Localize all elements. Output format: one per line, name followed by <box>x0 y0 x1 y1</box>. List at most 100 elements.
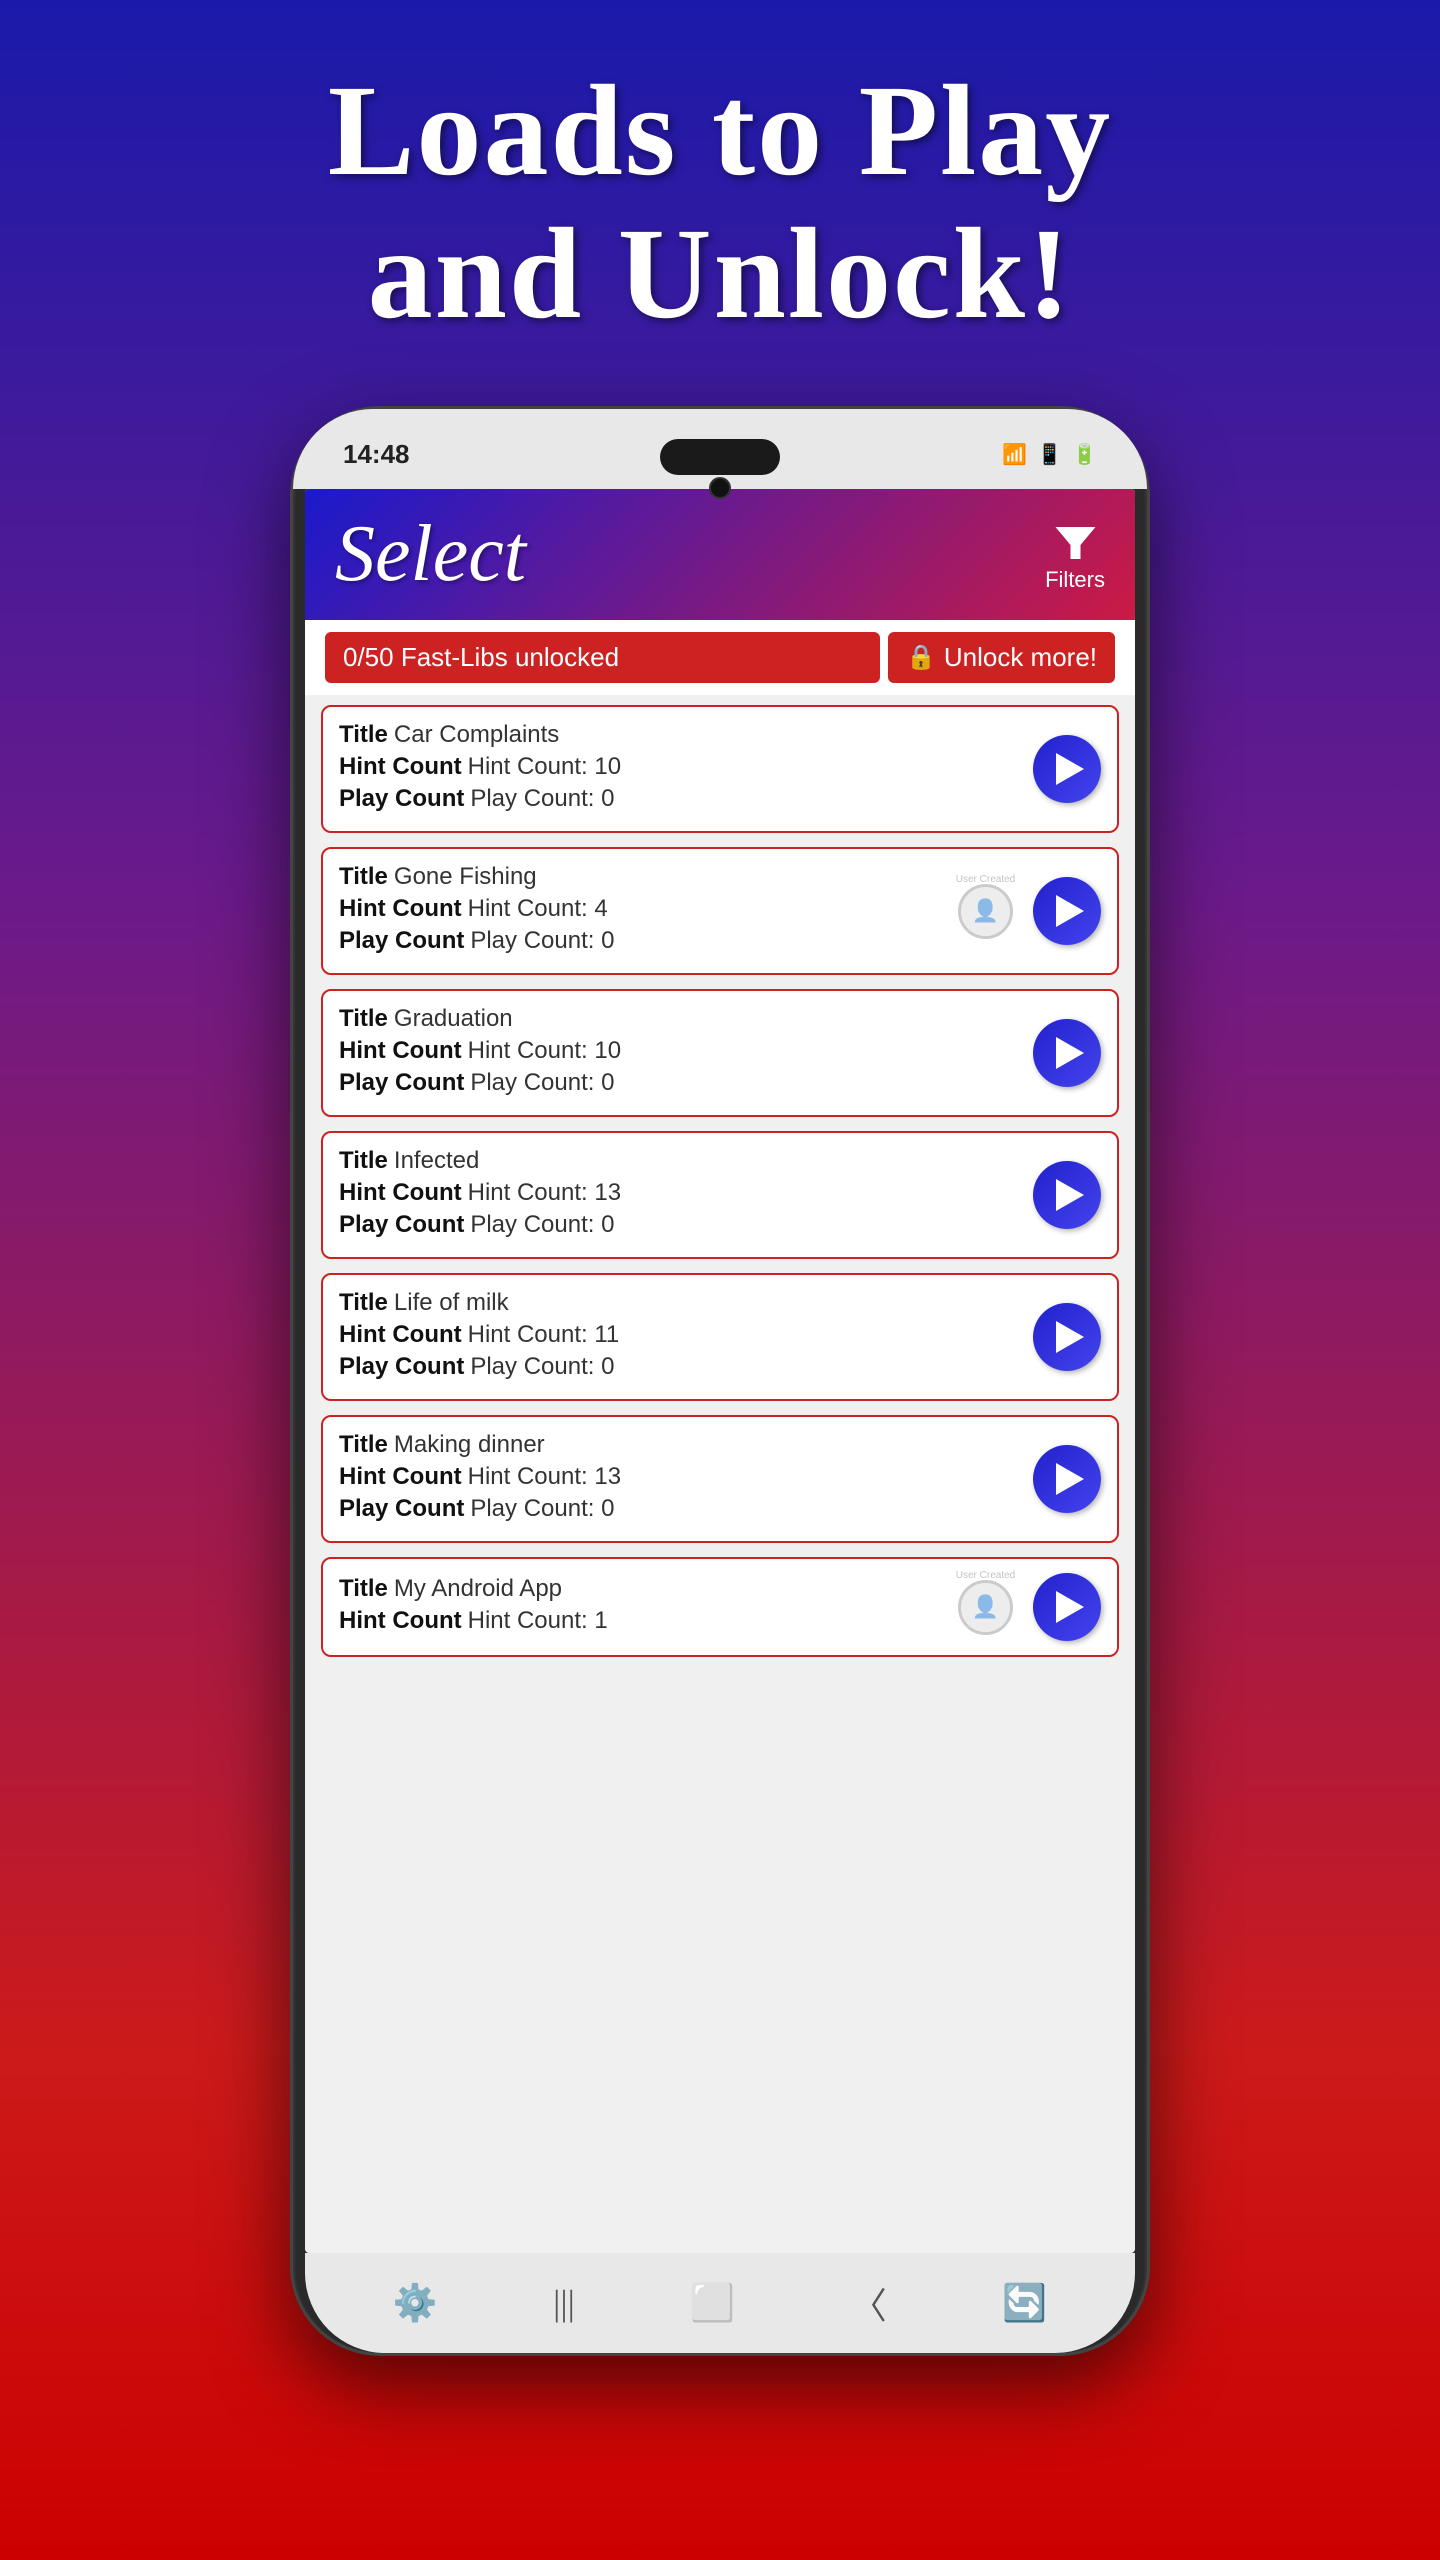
item-play-row: Play CountPlay Count: 0 <box>339 927 958 955</box>
play-triangle-icon <box>1056 1463 1084 1495</box>
bottom-nav: ⚙️ ||| ⬜ 〈 🔄 <box>305 2253 1135 2353</box>
app-title: Select <box>335 509 526 600</box>
list-item: TitleGone Fishing Hint CountHint Count: 4… <box>321 847 1119 975</box>
title-label: Title <box>339 1289 388 1317</box>
phone-notch <box>660 439 780 475</box>
filter-button[interactable]: Filters <box>1045 517 1105 593</box>
title-value: My Android App <box>394 1575 562 1603</box>
hint-label: Hint Count <box>339 1463 462 1491</box>
hint-value: Hint Count: 1 <box>468 1607 608 1635</box>
list-item: TitleLife of milk Hint CountHint Count: 1… <box>321 1273 1119 1401</box>
item-hint-row: Hint CountHint Count: 1 <box>339 1607 958 1635</box>
title-value: Car Complaints <box>394 721 559 749</box>
item-title-row: TitleInfected <box>339 1147 1023 1175</box>
play-triangle-icon <box>1056 753 1084 785</box>
hero-title-line2: and Unlock! <box>368 202 1073 346</box>
play-label: Play Count <box>339 927 464 955</box>
item-title-row: TitleMaking dinner <box>339 1431 1023 1459</box>
play-value: Play Count: 0 <box>470 785 614 813</box>
item-title-row: TitleGone Fishing <box>339 863 958 891</box>
item-title-row: TitleGraduation <box>339 1005 1023 1033</box>
app-header: Select Filters <box>305 489 1135 620</box>
title-label: Title <box>339 1431 388 1459</box>
play-triangle-icon <box>1056 895 1084 927</box>
battery-icon: 🔋 <box>1072 442 1097 467</box>
play-label: Play Count <box>339 785 464 813</box>
item-details: TitleGraduationHint CountHint Count: 10P… <box>339 1005 1023 1101</box>
list-item: TitleCar Complaints Hint CountHint Count:… <box>321 705 1119 833</box>
back-icon[interactable]: ⚙️ <box>393 2282 438 2324</box>
play-button[interactable] <box>1033 877 1101 945</box>
hint-label: Hint Count <box>339 1321 462 1349</box>
camera2-icon[interactable]: 🔄 <box>1002 2282 1047 2324</box>
user-created-text: User Created <box>956 874 1015 885</box>
title-value: Graduation <box>394 1005 513 1033</box>
hint-value: Hint Count: 13 <box>468 1179 621 1207</box>
play-button[interactable] <box>1033 1019 1101 1087</box>
play-value: Play Count: 0 <box>470 1495 614 1523</box>
user-created-text: User Created <box>956 1570 1015 1581</box>
signal-icon: 📱 <box>1037 442 1062 467</box>
unlock-bar: 0/50 Fast-Libs unlocked 🔒 Unlock more! <box>305 620 1135 695</box>
list-container: TitleCar ComplaintsHint CountHint Count:… <box>305 695 1135 2253</box>
phone-camera <box>709 477 731 499</box>
play-label: Play Count <box>339 1211 464 1239</box>
play-label: Play Count <box>339 1353 464 1381</box>
list-item: TitleGraduationHint CountHint Count: 10P… <box>321 989 1119 1117</box>
unlock-more-label: Unlock more! <box>944 642 1097 673</box>
play-button[interactable] <box>1033 735 1101 803</box>
play-label: Play Count <box>339 1069 464 1097</box>
item-play-row: Play CountPlay Count: 0 <box>339 1211 1023 1239</box>
phone-frame: 14:48 📶 📱 🔋 Select Filters 0/50 Fast-Lib… <box>290 406 1150 2356</box>
item-details: TitleInfectedHint CountHint Count: 13Pla… <box>339 1147 1023 1243</box>
item-details: TitleMy Android App Hint CountHint Count:… <box>339 1575 958 1639</box>
hint-value: Hint Count: 10 <box>468 753 621 781</box>
user-badge-icon: 👤 <box>958 1580 1013 1635</box>
play-triangle-icon <box>1056 1321 1084 1353</box>
item-play-row: Play CountPlay Count: 0 <box>339 1069 1023 1097</box>
play-label: Play Count <box>339 1495 464 1523</box>
play-button[interactable] <box>1033 1303 1101 1371</box>
chevron-icon[interactable]: 〈 <box>851 2277 887 2329</box>
hint-label: Hint Count <box>339 1037 462 1065</box>
item-hint-row: Hint CountHint Count: 13 <box>339 1463 1023 1491</box>
title-label: Title <box>339 1005 388 1033</box>
title-label: Title <box>339 1147 388 1175</box>
play-value: Play Count: 0 <box>470 1353 614 1381</box>
item-title-row: TitleLife of milk <box>339 1289 1023 1317</box>
list-item: TitleInfectedHint CountHint Count: 13Pla… <box>321 1131 1119 1259</box>
hint-value: Hint Count: 10 <box>468 1037 621 1065</box>
item-hint-row: Hint CountHint Count: 10 <box>339 753 1023 781</box>
unlock-count: 0/50 Fast-Libs unlocked <box>325 632 880 683</box>
hint-value: Hint Count: 13 <box>468 1463 621 1491</box>
play-button[interactable] <box>1033 1161 1101 1229</box>
title-label: Title <box>339 1575 388 1603</box>
play-button[interactable] <box>1033 1573 1101 1641</box>
item-details: TitleCar Complaints Hint CountHint Count:… <box>339 721 1023 817</box>
item-hint-row: Hint CountHint Count: 4 <box>339 895 958 923</box>
list-item: TitleMy Android App Hint CountHint Count:… <box>321 1557 1119 1657</box>
user-created-badge: 👤User Created <box>958 884 1013 939</box>
item-hint-row: Hint CountHint Count: 11 <box>339 1321 1023 1349</box>
item-title-row: TitleMy Android App <box>339 1575 958 1603</box>
status-time: 14:48 <box>343 439 410 470</box>
item-details: TitleMaking dinner Hint CountHint Count: … <box>339 1431 1023 1527</box>
play-value: Play Count: 0 <box>470 1069 614 1097</box>
title-label: Title <box>339 721 388 749</box>
hint-value: Hint Count: 11 <box>468 1321 620 1349</box>
user-created-badge: 👤User Created <box>958 1580 1013 1635</box>
unlock-more-button[interactable]: 🔒 Unlock more! <box>888 632 1115 683</box>
play-value: Play Count: 0 <box>470 1211 614 1239</box>
title-value: Gone Fishing <box>394 863 537 891</box>
hint-value: Hint Count: 4 <box>468 895 608 923</box>
item-play-row: Play CountPlay Count: 0 <box>339 785 1023 813</box>
play-triangle-icon <box>1056 1037 1084 1069</box>
item-play-row: Play CountPlay Count: 0 <box>339 1353 1023 1381</box>
hint-label: Hint Count <box>339 1607 462 1635</box>
hint-label: Hint Count <box>339 1179 462 1207</box>
title-label: Title <box>339 863 388 891</box>
status-icons: 📶 📱 🔋 <box>1002 442 1097 467</box>
circle-icon[interactable]: ⬜ <box>690 2282 735 2324</box>
play-button[interactable] <box>1033 1445 1101 1513</box>
home-icon[interactable]: ||| <box>553 2282 575 2324</box>
